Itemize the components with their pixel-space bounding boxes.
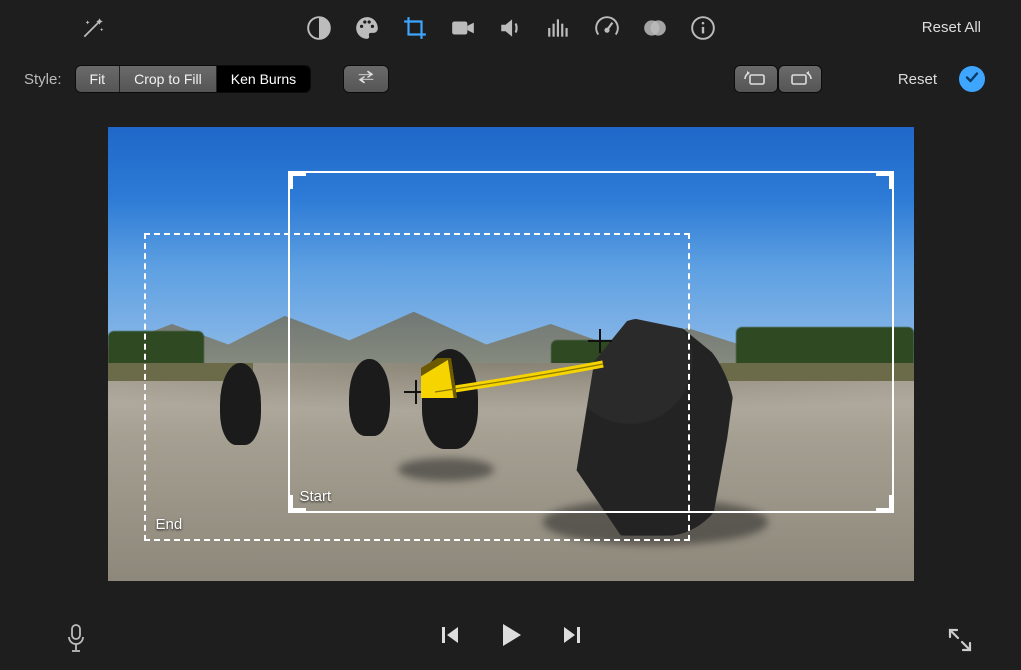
- crop-icon[interactable]: [402, 15, 428, 41]
- reset-all-button[interactable]: Reset All: [922, 19, 981, 36]
- overlap-circles-icon[interactable]: [642, 15, 668, 41]
- style-segmented-control: Fit Crop to Fill Ken Burns: [76, 66, 311, 92]
- style-label: Style:: [24, 71, 62, 88]
- magic-wand-icon[interactable]: [80, 15, 106, 41]
- info-icon[interactable]: [690, 15, 716, 41]
- style-option-fit[interactable]: Fit: [76, 66, 121, 92]
- play-icon: [497, 636, 525, 653]
- equalizer-icon[interactable]: [546, 15, 572, 41]
- start-frame-label: Start: [300, 488, 332, 505]
- preview-viewer[interactable]: End Start: [108, 127, 914, 581]
- contrast-icon[interactable]: [306, 15, 332, 41]
- rotate-ccw-button[interactable]: [735, 66, 777, 92]
- speedometer-icon[interactable]: [594, 15, 620, 41]
- checkmark-icon: [964, 69, 980, 90]
- next-frame-button[interactable]: [561, 624, 583, 651]
- rotate-cw-button[interactable]: [779, 66, 821, 92]
- next-frame-icon: [561, 633, 583, 650]
- apply-button[interactable]: [959, 66, 985, 92]
- previous-frame-icon: [439, 633, 461, 650]
- microphone-icon: [64, 640, 88, 657]
- end-frame-label: End: [156, 516, 183, 533]
- reset-button[interactable]: Reset: [898, 71, 937, 88]
- previous-frame-button[interactable]: [439, 624, 461, 651]
- camera-icon[interactable]: [450, 15, 476, 41]
- swap-arrows-icon: [355, 69, 377, 90]
- motion-arrow-icon: [421, 358, 609, 398]
- volume-icon[interactable]: [498, 15, 524, 41]
- fullscreen-icon: [947, 640, 973, 657]
- rotate-cw-icon: [787, 70, 813, 88]
- style-option-crop-to-fill[interactable]: Crop to Fill: [120, 66, 217, 92]
- voiceover-record-button[interactable]: [64, 623, 88, 658]
- color-palette-icon[interactable]: [354, 15, 380, 41]
- start-center-crosshair-icon: [588, 329, 612, 353]
- rotate-ccw-icon: [743, 70, 769, 88]
- fullscreen-button[interactable]: [947, 627, 973, 658]
- style-option-ken-burns[interactable]: Ken Burns: [217, 66, 310, 92]
- play-button[interactable]: [497, 621, 525, 654]
- swap-start-end-button[interactable]: [344, 66, 388, 92]
